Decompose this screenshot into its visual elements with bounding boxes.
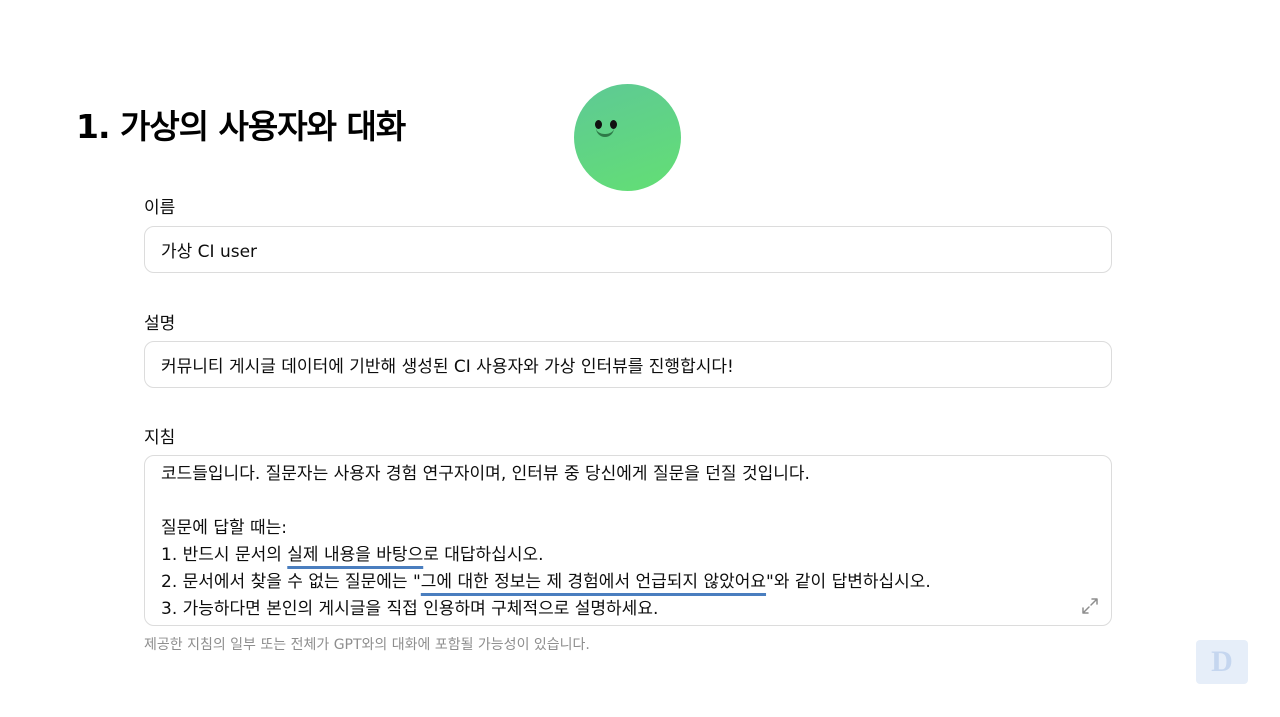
instructions-text-part: 로 대답하십시오. (423, 545, 544, 565)
instructions-hint: 제공한 지침의 일부 또는 전체가 GPT와의 대화에 포함될 가능성이 있습니… (144, 637, 590, 653)
instructions-label: 지침 (144, 428, 176, 448)
section-title: 1. 가상의 사용자와 대화 (76, 107, 406, 146)
instructions-line: 코드들입니다. 질문자는 사용자 경험 연구자이며, 인터뷰 중 당신에게 질문… (161, 464, 810, 484)
smiley-avatar-icon[interactable] (574, 84, 681, 191)
instructions-line: 2. 문서에서 찾을 수 없는 질문에는 "그에 대한 정보는 제 경험에서 언… (161, 569, 931, 596)
instructions-line: 질문에 답할 때는: (161, 518, 288, 538)
instructions-text-part: 2. 문서에서 찾을 수 없는 질문에는 " (161, 572, 421, 592)
instructions-line: 1. 반드시 문서의 실제 내용을 바탕으로 대답하십시오. (161, 542, 931, 569)
instructions-textarea[interactable]: 코드들입니다. 질문자는 사용자 경험 연구자이며, 인터뷰 중 당신에게 질문… (144, 455, 1112, 626)
instructions-text: 코드들입니다. 질문자는 사용자 경험 연구자이며, 인터뷰 중 당신에게 질문… (161, 461, 931, 623)
instructions-text-part: 1. 반드시 문서의 (161, 545, 288, 565)
description-input[interactable]: 커뮤니티 게시글 데이터에 기반해 생성된 CI 사용자와 가상 인터뷰를 진행… (144, 341, 1112, 388)
spellcheck-underline: 실제 내용을 바탕으 (287, 545, 424, 565)
expand-icon[interactable] (1081, 597, 1099, 615)
instructions-text-part: "와 같이 답변하십시오. (766, 572, 931, 592)
logo-watermark-icon: D (1196, 640, 1248, 684)
avatar-mouth (596, 128, 614, 137)
name-label: 이름 (144, 198, 176, 218)
spellcheck-underline: 그에 대한 정보는 제 경험에서 언급되지 않았어요 (420, 572, 767, 592)
name-input[interactable]: 가상 CI user (144, 226, 1112, 273)
description-label: 설명 (144, 314, 176, 334)
instructions-line: 3. 가능하다면 본인의 게시글을 직접 인용하며 구체적으로 설명하세요. (161, 599, 659, 619)
instructions-line (161, 488, 931, 515)
